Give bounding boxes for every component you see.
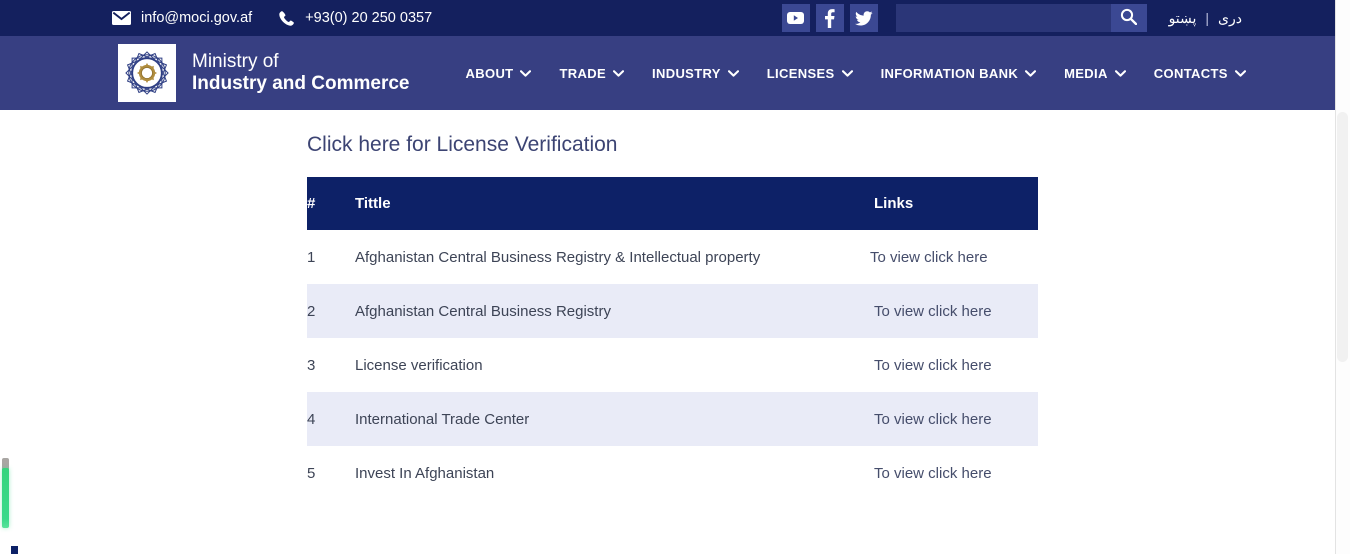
row-number: 2 [307,302,316,320]
chevron-down-icon [520,69,532,77]
nav-item-about[interactable]: ABOUT [466,66,532,81]
brand-text: Ministry of Industry and Commerce [192,51,410,96]
vertical-scrollbar[interactable] [1335,0,1350,554]
table-row: 4 International Trade Center To view cli… [307,392,1038,446]
nav-item-media[interactable]: MEDIA [1064,66,1126,81]
nav-label: MEDIA [1064,65,1108,81]
search-form [895,4,1147,32]
brand-line-2: Industry and Commerce [192,73,410,94]
ministry-seal-logo [118,44,176,102]
language-separator: | [1205,10,1210,26]
table-body: 1 Afghanistan Central Business Registry … [307,230,1038,500]
row-link-cell: To view click here [874,338,1038,392]
page-title-wrap: Click here for License Verification [0,110,1350,155]
language-switcher: دری | پښتو [1169,10,1242,27]
nav-label: ABOUT [465,65,514,81]
table-row: 5 Invest In Afghanistan To view click he… [307,446,1038,500]
column-header-title: Tittle [355,177,874,230]
phone-link[interactable]: +93(0) 20 250 0357 [278,10,432,27]
topbar-right-group: دری | پښتو [781,0,1350,36]
nav-label: LICENSES [766,65,835,81]
phone-text: +93(0) 20 250 0357 [305,9,433,26]
column-header-links: Links [874,177,1038,230]
nav-label: INFORMATION BANK [880,65,1019,81]
nav-item-trade[interactable]: TRADE [559,65,625,81]
chevron-down-icon [841,69,853,77]
row-title: Afghanistan Central Business Registry & … [355,248,761,266]
row-number: 5 [307,464,316,482]
search-button[interactable] [1110,4,1147,32]
row-link-cell: To view click here [870,230,1038,284]
bottom-left-marker [11,546,18,554]
email-text: info@moci.gov.af [141,9,253,26]
nav-item-industry[interactable]: INDUSTRY [652,66,739,81]
row-number: 4 [307,410,316,428]
row-title: Afghanistan Central Business Registry [355,302,611,320]
nav-label: TRADE [559,65,606,81]
contact-info-group: info@moci.gov.af +93(0) 20 250 0357 [112,10,432,27]
row-link-cell: To view click here [874,392,1038,446]
top-utility-bar: info@moci.gov.af +93(0) 20 250 0357 دری … [0,0,1350,36]
search-input[interactable] [895,4,1111,32]
page-load-indicator [2,468,9,528]
row-link-cell: To view click here [874,284,1038,338]
row-number: 1 [307,248,316,266]
column-header-number: # [307,177,355,230]
license-links-table: # Tittle Links 1 Afghanistan Central Bus… [307,177,1038,500]
view-link[interactable]: To view click here [874,357,992,374]
language-dari[interactable]: دری [1218,10,1242,27]
brand-line-1: Ministry of [192,50,279,72]
main-navigation-bar: Ministry of Industry and Commerce ABOUT … [0,36,1350,110]
email-link[interactable]: info@moci.gov.af [112,11,252,26]
view-link[interactable]: To view click here [870,249,988,266]
row-number: 3 [307,356,316,374]
view-link[interactable]: To view click here [874,465,992,482]
table-row: 2 Afghanistan Central Business Registry … [307,284,1038,338]
phone-icon [278,10,295,27]
social-links-group [781,4,878,32]
view-link[interactable]: To view click here [874,411,992,428]
page-content: Click here for License Verification # Ti… [0,110,1350,554]
row-link-cell: To view click here [874,446,1038,500]
table-row: 1 Afghanistan Central Business Registry … [307,230,1038,284]
site-brand-link[interactable]: Ministry of Industry and Commerce [118,44,410,102]
nav-item-information-bank[interactable]: INFORMATION BANK [881,66,1037,81]
nav-item-licenses[interactable]: LICENSES [767,66,853,81]
chevron-down-icon [612,69,625,77]
facebook-icon[interactable] [815,4,844,32]
nav-label: INDUSTRY [652,65,721,81]
scrollbar-thumb[interactable] [1337,112,1348,362]
language-pashto[interactable]: پښتو [1169,10,1197,27]
table-header-row: # Tittle Links [307,177,1038,230]
envelope-icon [112,11,131,25]
row-title: License verification [355,356,483,374]
row-title: Invest In Afghanistan [355,464,495,482]
chevron-down-icon [1025,69,1037,77]
chevron-down-icon [1114,69,1126,77]
page-title: Click here for License Verification [307,133,618,156]
youtube-icon[interactable] [781,4,810,32]
chevron-down-icon [727,69,739,77]
chevron-down-icon [1234,69,1246,77]
twitter-icon[interactable] [849,4,878,32]
row-title: International Trade Center [355,410,530,428]
table-row: 3 License verification To view click her… [307,338,1038,392]
primary-menu: ABOUT TRADE INDUSTRY LICENSES INFORMATIO… [466,66,1246,81]
links-table-container: # Tittle Links 1 Afghanistan Central Bus… [307,177,1038,500]
view-link[interactable]: To view click here [874,303,992,320]
nav-label: CONTACTS [1153,65,1228,81]
table-head: # Tittle Links [307,177,1038,230]
search-icon [1120,8,1138,28]
nav-item-contacts[interactable]: CONTACTS [1154,66,1246,81]
